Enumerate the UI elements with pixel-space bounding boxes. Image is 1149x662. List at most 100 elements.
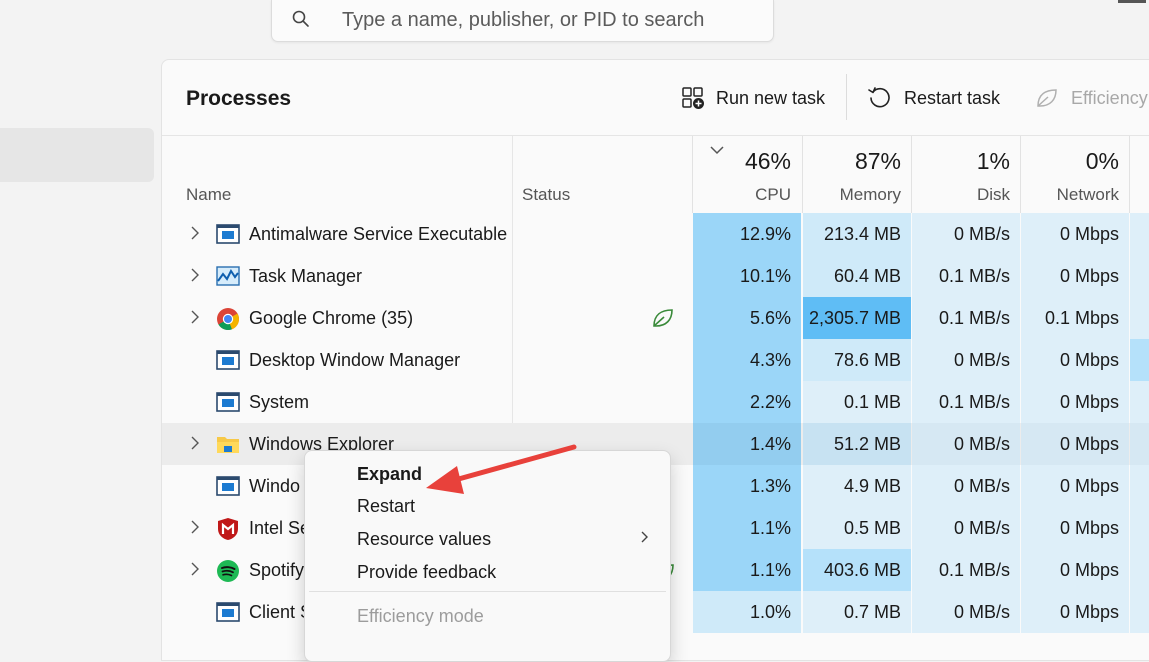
memory-cell: 213.4 MB bbox=[803, 213, 911, 255]
menu-item-efficiency-mode: Efficiency mode bbox=[357, 606, 484, 626]
process-name: Desktop Window Manager bbox=[249, 350, 461, 370]
table-row[interactable]: Task Manager 10.1% 60.4 MB 0.1 MB/s 0 Mb… bbox=[162, 255, 1149, 297]
cpu-label: CPU bbox=[755, 185, 791, 204]
extra-cell bbox=[1130, 549, 1149, 591]
extra-cell bbox=[1130, 381, 1149, 423]
run-task-icon bbox=[682, 87, 704, 109]
table-row[interactable]: Google Chrome (35) 5.6% 2,305.7 MB 0.1 M… bbox=[162, 297, 1149, 339]
column-header-name[interactable]: Name bbox=[162, 136, 512, 213]
memory-cell: 403.6 MB bbox=[803, 549, 911, 591]
search-box[interactable] bbox=[271, 0, 774, 42]
menu-item-expand[interactable]: Expand bbox=[357, 464, 422, 485]
table-row[interactable]: Desktop Window Manager 4.3% 78.6 MB 0 MB… bbox=[162, 339, 1149, 381]
disk-cell: 0 MB/s bbox=[912, 423, 1020, 465]
network-cell: 0 Mbps bbox=[1021, 591, 1129, 633]
network-cell: 0 Mbps bbox=[1021, 465, 1129, 507]
restart-task-button[interactable]: Restart task bbox=[867, 84, 1000, 112]
cpu-cell: 1.3% bbox=[693, 465, 801, 507]
network-cell: 0 Mbps bbox=[1021, 381, 1129, 423]
run-new-task-button[interactable]: Run new task bbox=[681, 84, 825, 112]
memory-cell: 60.4 MB bbox=[803, 255, 911, 297]
window-close-icon[interactable] bbox=[1118, 0, 1146, 3]
extra-cell bbox=[1130, 423, 1149, 465]
disk-cell: 0.1 MB/s bbox=[912, 297, 1020, 339]
chevron-right-icon[interactable] bbox=[190, 520, 200, 539]
leaf-icon bbox=[1037, 89, 1057, 107]
window-app-icon bbox=[216, 223, 240, 245]
sidebar-selected-item[interactable] bbox=[0, 128, 154, 182]
cpu-cell: 4.3% bbox=[693, 339, 801, 381]
search-input[interactable] bbox=[340, 5, 764, 35]
extra-cell bbox=[1130, 213, 1149, 255]
chevron-right-icon[interactable] bbox=[190, 226, 200, 245]
disk-cell: 0.1 MB/s bbox=[912, 255, 1020, 297]
column-status-label: Status bbox=[522, 185, 571, 204]
column-divider bbox=[1129, 136, 1130, 213]
disk-label: Disk bbox=[976, 185, 1010, 204]
cpu-total-percent: 46% bbox=[744, 148, 791, 174]
column-header-memory[interactable]: 87% Memory bbox=[803, 136, 911, 213]
network-total-percent: 0% bbox=[1085, 148, 1119, 174]
network-cell: 0 Mbps bbox=[1021, 339, 1129, 381]
column-header-disk[interactable]: 1% Disk bbox=[912, 136, 1020, 213]
process-name: Task Manager bbox=[249, 266, 363, 286]
disk-total-percent: 1% bbox=[976, 148, 1010, 174]
menu-item-resource-values[interactable]: Resource values bbox=[357, 529, 491, 550]
extra-cell bbox=[1130, 507, 1149, 549]
column-header-network[interactable]: 0% Network bbox=[1021, 136, 1129, 213]
restart-icon bbox=[868, 87, 890, 108]
process-name: Intel Se bbox=[249, 518, 311, 538]
process-name: Windo bbox=[249, 476, 301, 496]
table-row[interactable]: System 2.2% 0.1 MB 0.1 MB/s 0 Mbps bbox=[162, 381, 1149, 423]
chevron-right-icon[interactable] bbox=[190, 268, 200, 287]
search-icon bbox=[292, 10, 310, 33]
toolbar-divider bbox=[846, 74, 847, 120]
efficiency-mode-button[interactable]: Efficiency bbox=[1034, 84, 1148, 112]
disk-cell: 0 MB/s bbox=[912, 339, 1020, 381]
chevron-right-icon[interactable] bbox=[190, 310, 200, 329]
process-name: Antimalware Service Executable bbox=[249, 224, 508, 244]
extra-cell bbox=[1130, 297, 1149, 339]
network-cell: 0 Mbps bbox=[1021, 213, 1129, 255]
memory-cell: 4.9 MB bbox=[803, 465, 911, 507]
memory-cell: 78.6 MB bbox=[803, 339, 911, 381]
network-label: Network bbox=[1056, 185, 1119, 204]
disk-cell: 0 MB/s bbox=[912, 465, 1020, 507]
memory-cell: 0.5 MB bbox=[803, 507, 911, 549]
column-header-status[interactable]: Status bbox=[498, 136, 693, 213]
table-row[interactable]: Antimalware Service Executable 12.9% 213… bbox=[162, 213, 1149, 255]
cpu-cell: 1.1% bbox=[693, 549, 801, 591]
context-menu: Expand Restart Resource values Provide f… bbox=[304, 450, 671, 662]
disk-cell: 0 MB/s bbox=[912, 591, 1020, 633]
memory-label: Memory bbox=[839, 185, 901, 204]
cpu-cell: 10.1% bbox=[693, 255, 801, 297]
disk-cell: 0.1 MB/s bbox=[912, 549, 1020, 591]
column-header-cpu[interactable]: 46% CPU bbox=[693, 136, 801, 213]
menu-item-restart[interactable]: Restart bbox=[357, 496, 415, 517]
memory-total-percent: 87% bbox=[854, 148, 901, 174]
menu-divider bbox=[309, 591, 666, 592]
menu-item-provide-feedback[interactable]: Provide feedback bbox=[357, 562, 496, 583]
network-cell: 0.1 Mbps bbox=[1021, 297, 1129, 339]
network-cell: 0 Mbps bbox=[1021, 423, 1129, 465]
chrome-icon bbox=[216, 307, 240, 331]
chevron-right-icon[interactable] bbox=[190, 436, 200, 455]
folder-icon bbox=[216, 433, 240, 455]
cpu-cell: 2.2% bbox=[693, 381, 801, 423]
window-app-icon bbox=[216, 349, 240, 371]
process-name: Spotify bbox=[249, 560, 305, 580]
efficiency-label: Efficiency bbox=[1071, 87, 1148, 108]
extra-cell bbox=[1130, 591, 1149, 633]
cpu-cell: 12.9% bbox=[693, 213, 801, 255]
mcafee-icon bbox=[216, 517, 240, 540]
memory-cell: 51.2 MB bbox=[803, 423, 911, 465]
chevron-right-icon[interactable] bbox=[190, 562, 200, 581]
network-cell: 0 Mbps bbox=[1021, 255, 1129, 297]
extra-cell bbox=[1130, 339, 1149, 381]
disk-cell: 0 MB/s bbox=[912, 507, 1020, 549]
cpu-cell: 1.0% bbox=[693, 591, 801, 633]
efficiency-leaf-icon bbox=[651, 307, 675, 334]
cpu-cell: 5.6% bbox=[693, 297, 801, 339]
network-cell: 0 Mbps bbox=[1021, 507, 1129, 549]
column-name-label: Name bbox=[186, 185, 232, 204]
